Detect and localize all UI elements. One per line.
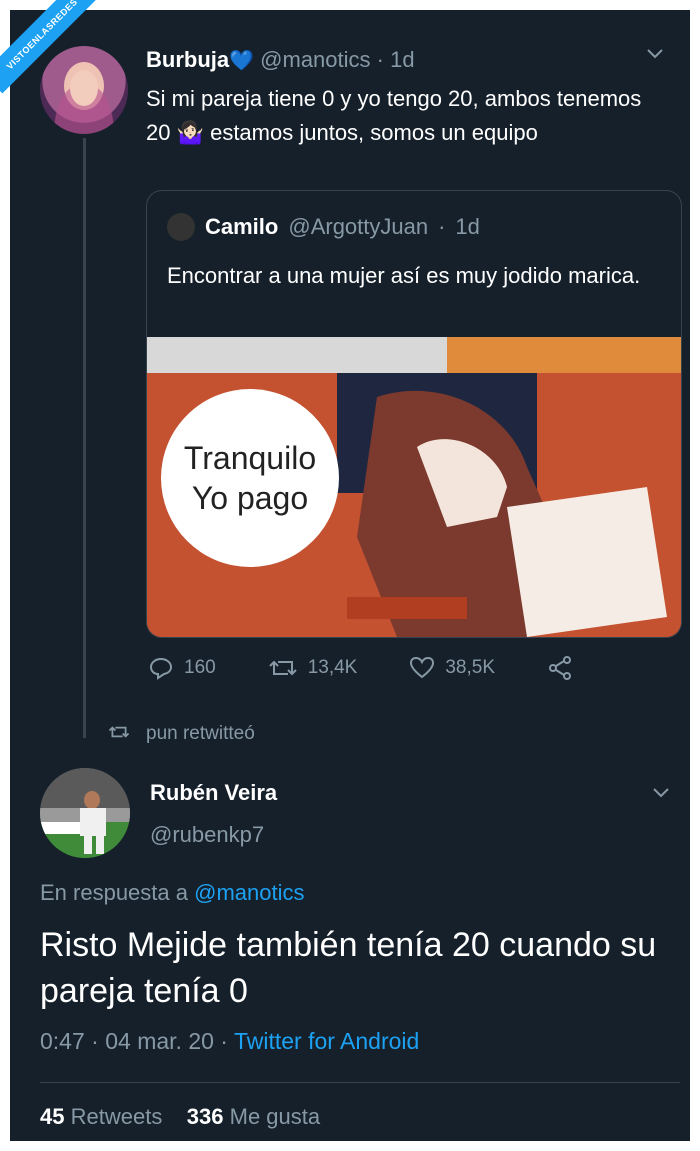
reply-action[interactable]: 160 [148, 655, 216, 681]
bubble-line2: Yo pago [191, 480, 309, 516]
tweet2-time[interactable]: 0:47 [40, 1028, 85, 1054]
quoted-avatar [167, 213, 195, 241]
heart-icon [409, 656, 435, 680]
quoted-name: Camilo [205, 214, 279, 239]
tweet1-actions: 160 13,4K 38,5K [148, 655, 625, 681]
retweet-icon [268, 656, 298, 680]
likes-label: Me gusta [229, 1104, 321, 1129]
retweets-stat[interactable]: 45 Retweets [40, 1104, 162, 1129]
tweet2-source[interactable]: Twitter for Android [234, 1028, 419, 1054]
retweet-note-text[interactable]: pun retwitteó [146, 723, 255, 745]
tweet2-name[interactable]: Rubén Veira [150, 780, 277, 806]
quoted-image[interactable]: Tranquilo Yo pago [147, 337, 681, 637]
tweet1-name[interactable]: Burbuja [146, 47, 229, 72]
ruben-avatar[interactable] [40, 768, 130, 858]
speech-bubble: Tranquilo Yo pago [161, 389, 339, 567]
like-action[interactable]: 38,5K [409, 655, 495, 681]
likes-stat[interactable]: 336 Me gusta [187, 1104, 320, 1129]
meta-separator-1: · [91, 1028, 99, 1054]
tweet2-chevron-down-icon[interactable] [652, 787, 670, 799]
retweet-note-icon [108, 723, 130, 745]
tweet1-header: Burbuja💙 @manotics · 1d [146, 47, 415, 73]
tweet1-separator: · [376, 47, 384, 72]
share-action[interactable] [547, 655, 573, 681]
quoted-header: Camilo @ArgottyJuan · 1d [167, 213, 480, 241]
reply-icon [148, 656, 174, 680]
tweet2-stats: 45 Retweets 336 Me gusta [40, 1104, 320, 1130]
reply-prefix: En respuesta a [40, 880, 188, 905]
quoted-text: Encontrar a una mujer así es muy jodido … [167, 263, 641, 288]
reply-to-line: En respuesta a @manotics [40, 880, 304, 906]
quoted-tweet[interactable]: Camilo @ArgottyJuan · 1d Encontrar a una… [146, 190, 682, 638]
reply-handle-link[interactable]: @manotics [194, 880, 304, 905]
retweets-count: 45 [40, 1104, 65, 1129]
tweet1-chevron-down-icon[interactable] [646, 48, 664, 60]
bubble-line1: Tranquilo [183, 440, 317, 476]
quoted-separator: · [438, 214, 446, 239]
like-count: 38,5K [445, 657, 496, 678]
tweet1-time[interactable]: 1d [390, 47, 414, 72]
tweet1-handle[interactable]: @manotics [260, 47, 370, 72]
quoted-time: 1d [455, 214, 480, 239]
quoted-handle: @ArgottyJuan [288, 214, 429, 239]
blue-heart-icon: 💙 [229, 50, 255, 72]
retweet-action[interactable]: 13,4K [268, 655, 358, 681]
reply-count: 160 [184, 657, 216, 678]
meta-separator-2: · [220, 1028, 228, 1054]
tweet1-text: Si mi pareja tiene 0 y yo tengo 20, ambo… [146, 86, 642, 145]
stats-divider [40, 1082, 680, 1083]
retweets-label: Retweets [70, 1104, 163, 1129]
share-icon [547, 655, 573, 681]
tweet-screenshot: Burbuja💙 @manotics · 1d Si mi pareja tie… [10, 10, 690, 1141]
tweet2-handle[interactable]: @rubenkp7 [150, 822, 264, 848]
tweet2-meta: 0:47 · 04 mar. 20 · Twitter for Android [40, 1028, 419, 1055]
retweet-note: pun retwitteó [108, 723, 255, 745]
tweet2-date[interactable]: 04 mar. 20 [105, 1028, 214, 1054]
burbuja-avatar[interactable] [40, 46, 128, 134]
likes-count: 336 [186, 1104, 224, 1129]
tweet2-text: Risto Mejide también tenía 20 cuando su … [40, 926, 657, 1010]
thread-line [83, 138, 86, 738]
retweet-count: 13,4K [307, 657, 358, 678]
